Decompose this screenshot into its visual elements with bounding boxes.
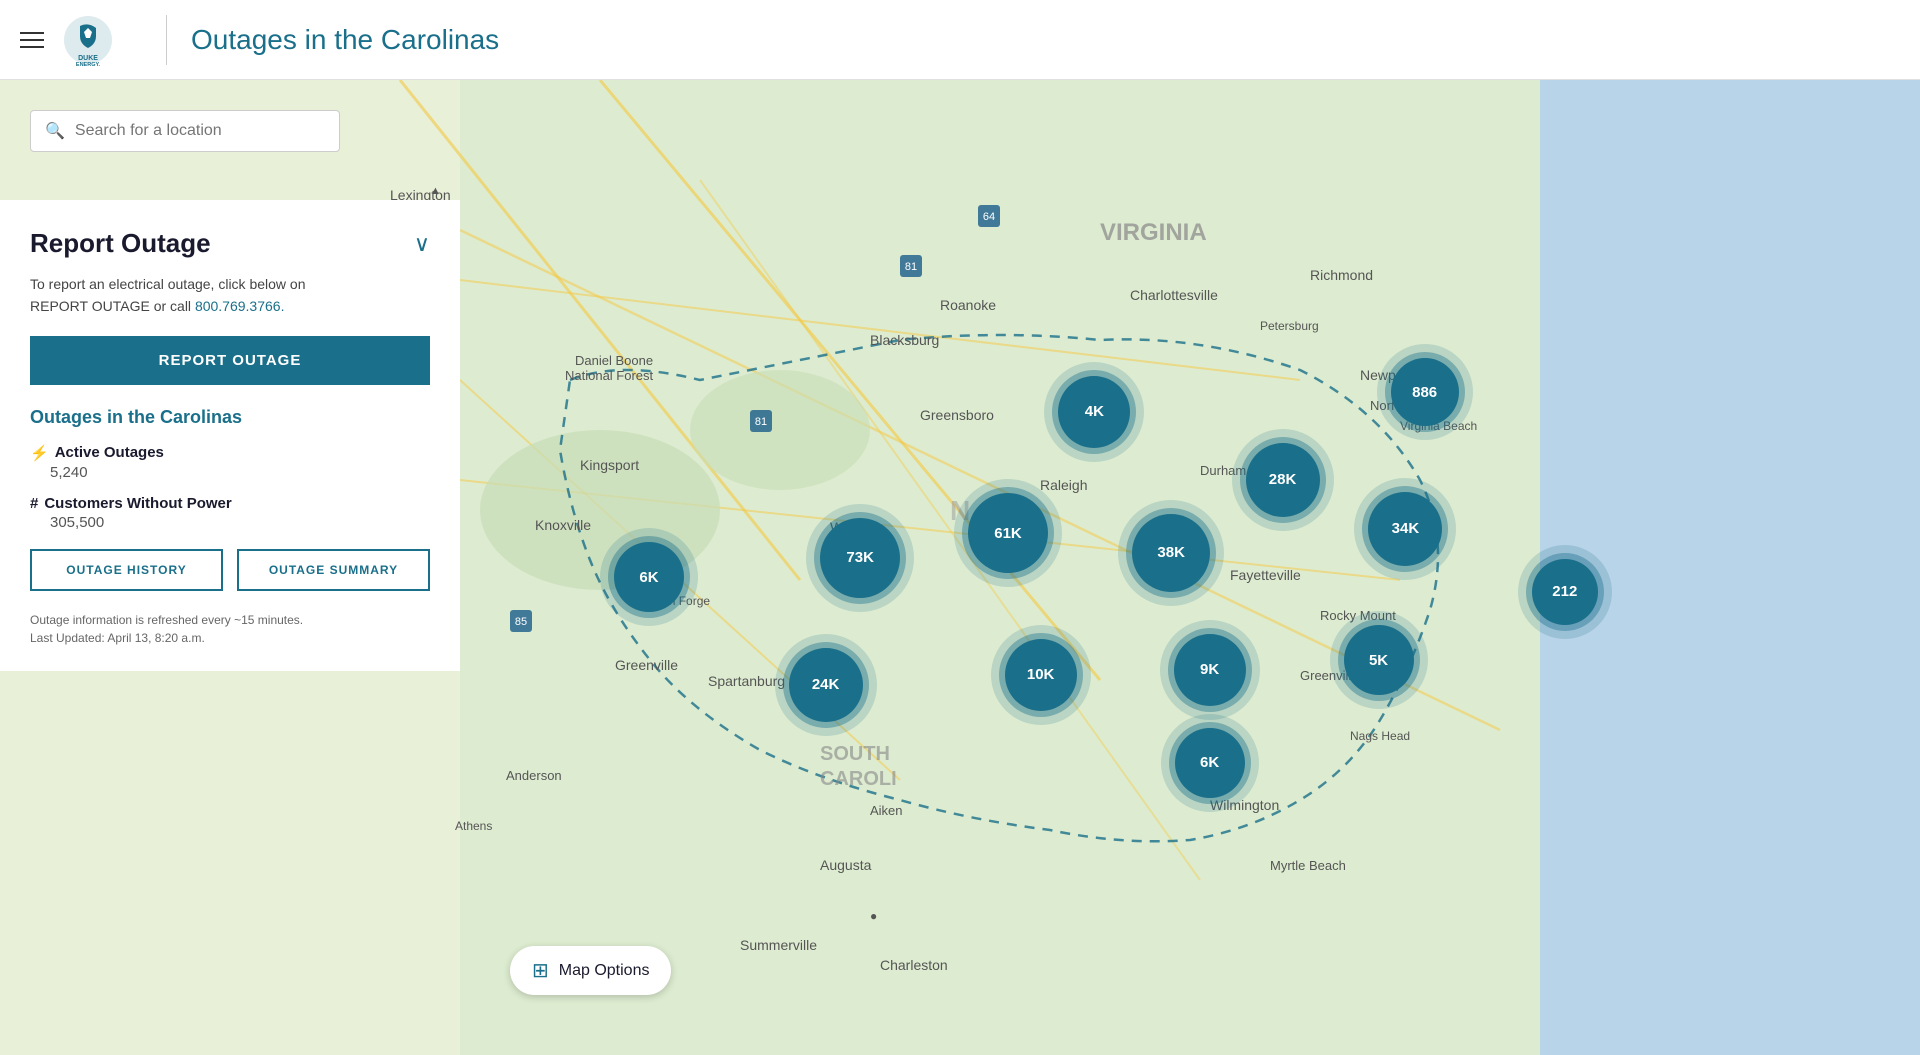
collapse-button[interactable]: ∨ [414, 231, 430, 257]
svg-text:DUKE: DUKE [78, 55, 98, 62]
cluster-c11[interactable]: 10K [991, 625, 1091, 725]
cluster-c2[interactable]: 886 [1377, 344, 1473, 440]
cluster-label-c8: 6K [614, 542, 684, 612]
active-outages-label: ⚡ Active Outages [30, 444, 430, 462]
svg-text:Charlottesville: Charlottesville [1130, 287, 1218, 303]
svg-text:▲: ▲ [430, 185, 441, 197]
report-outage-button[interactable]: REPORT OUTAGE [30, 336, 430, 385]
svg-text:Augusta: Augusta [820, 857, 872, 873]
customers-label: # Customers Without Power [30, 495, 430, 512]
header-divider [166, 15, 167, 65]
map-options-label: Map Options [559, 962, 650, 980]
footer-note-line1: Outage information is refreshed every ~1… [30, 611, 430, 629]
cluster-c3[interactable]: 28K [1232, 429, 1334, 531]
hamburger-menu[interactable] [20, 32, 44, 48]
svg-text:Fayetteville: Fayetteville [1230, 567, 1301, 583]
cluster-label-c1: 4K [1058, 376, 1130, 448]
svg-text:Blacksburg: Blacksburg [870, 332, 939, 348]
cluster-c10[interactable]: 24K [775, 634, 877, 736]
outage-summary-button[interactable]: OUTAGE SUMMARY [237, 549, 430, 591]
svg-text:Greenville: Greenville [615, 657, 678, 673]
svg-text:Myrtle Beach: Myrtle Beach [1270, 858, 1346, 873]
cluster-c5[interactable]: 61K [954, 479, 1062, 587]
active-outages-value: 5,240 [50, 464, 430, 481]
search-bar[interactable]: 🔍 [30, 110, 340, 152]
cluster-label-c5: 61K [968, 493, 1048, 573]
search-icon: 🔍 [45, 121, 65, 141]
svg-text:ENERGY.: ENERGY. [76, 62, 101, 66]
map-options-button[interactable]: ⊞ Map Options [510, 946, 671, 995]
lightning-icon: ⚡ [30, 444, 49, 462]
cluster-label-c14: 6K [1175, 728, 1245, 798]
cluster-c14[interactable]: 6K [1161, 714, 1259, 812]
cluster-label-c9: 212 [1532, 559, 1598, 625]
svg-text:Roanoke: Roanoke [940, 297, 996, 313]
svg-text:Richmond: Richmond [1310, 267, 1373, 283]
svg-text:Raleigh: Raleigh [1040, 477, 1087, 493]
svg-text:VIRGINIA: VIRGINIA [1100, 219, 1207, 246]
cluster-c8[interactable]: 6K [600, 528, 698, 626]
logo-area: DUKE ENERGY. [62, 14, 122, 66]
cluster-label-c11: 10K [1005, 639, 1077, 711]
report-outage-header: Report Outage ∨ [30, 228, 430, 259]
outage-history-button[interactable]: OUTAGE HISTORY [30, 549, 223, 591]
svg-text:Kingsport: Kingsport [580, 457, 639, 473]
svg-text:Spartanburg: Spartanburg [708, 673, 785, 689]
customers-value: 305,500 [50, 514, 430, 531]
svg-text:Athens: Athens [455, 819, 492, 833]
cluster-label-c13: 5K [1344, 625, 1414, 695]
svg-text:National Forest: National Forest [565, 368, 654, 383]
cluster-label-c6: 73K [820, 518, 900, 598]
phone-link[interactable]: 800.769.3766. [195, 298, 285, 314]
carolinas-title: Outages in the Carolinas [30, 407, 430, 428]
report-outage-title: Report Outage [30, 228, 211, 259]
cluster-c7[interactable]: 38K [1118, 500, 1224, 606]
svg-text:64: 64 [983, 211, 995, 223]
cluster-label-c2: 886 [1391, 358, 1459, 426]
cluster-c9[interactable]: 212 [1518, 545, 1612, 639]
hash-icon: # [30, 495, 38, 512]
footer-note: Outage information is refreshed every ~1… [30, 611, 430, 647]
cluster-label-c7: 38K [1132, 514, 1210, 592]
svg-text:Nags Head: Nags Head [1350, 729, 1410, 743]
action-buttons: OUTAGE HISTORY OUTAGE SUMMARY [30, 549, 430, 591]
page-title: Outages in the Carolinas [191, 24, 499, 56]
cluster-label-c4: 34K [1368, 492, 1442, 566]
svg-text:Anderson: Anderson [506, 768, 562, 783]
customers-stat: # Customers Without Power 305,500 [30, 495, 430, 531]
cluster-c13[interactable]: 5K [1330, 611, 1428, 709]
header: DUKE ENERGY. Outages in the Carolinas [0, 0, 1920, 80]
search-input[interactable] [75, 122, 325, 140]
duke-energy-logo: DUKE ENERGY. [62, 14, 114, 66]
svg-text:CAROLI: CAROLI [820, 768, 897, 790]
cluster-c1[interactable]: 4K [1044, 362, 1144, 462]
cluster-c4[interactable]: 34K [1354, 478, 1456, 580]
svg-text:Knoxville: Knoxville [535, 517, 591, 533]
svg-text:81: 81 [905, 261, 917, 273]
svg-text:SOUTH: SOUTH [820, 743, 890, 765]
report-description: To report an electrical outage, click be… [30, 273, 430, 318]
cluster-label-c3: 28K [1246, 443, 1320, 517]
svg-text:Greensboro: Greensboro [920, 407, 994, 423]
svg-text:Petersburg: Petersburg [1260, 319, 1319, 333]
cluster-c12[interactable]: 9K [1160, 620, 1260, 720]
cluster-label-c10: 24K [789, 648, 863, 722]
svg-text:Aiken: Aiken [870, 803, 903, 818]
svg-text:85: 85 [515, 616, 527, 628]
side-panel: Report Outage ∨ To report an electrical … [0, 200, 460, 671]
svg-text:●: ● [870, 909, 877, 923]
cluster-label-c12: 9K [1174, 634, 1246, 706]
footer-note-line2: Last Updated: April 13, 8:20 a.m. [30, 629, 430, 647]
cluster-c6[interactable]: 73K [806, 504, 914, 612]
svg-text:Charleston: Charleston [880, 957, 948, 973]
active-outages-stat: ⚡ Active Outages 5,240 [30, 444, 430, 481]
map-layers-icon: ⊞ [532, 958, 549, 983]
svg-text:Daniel Boone: Daniel Boone [575, 353, 653, 368]
svg-text:Summerville: Summerville [740, 937, 817, 953]
svg-text:81: 81 [755, 416, 767, 428]
